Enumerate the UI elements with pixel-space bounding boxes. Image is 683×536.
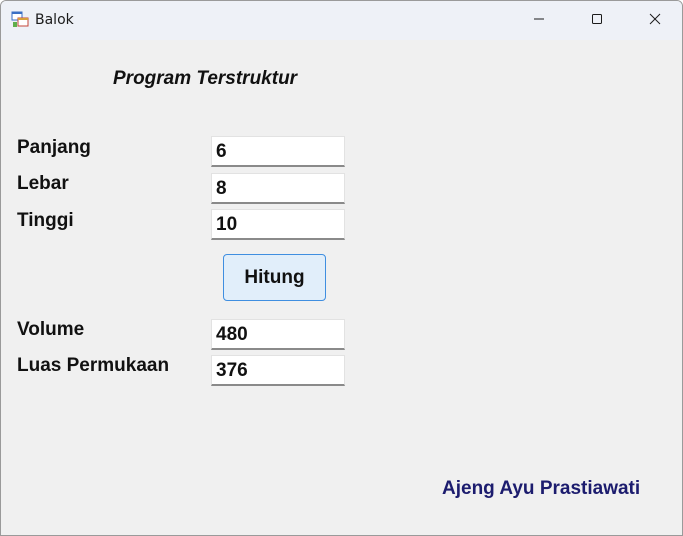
app-window: Balok Program Terstruktur Panjang Lebar … xyxy=(0,0,683,536)
close-icon xyxy=(649,12,661,30)
luas-permukaan-output[interactable] xyxy=(211,355,345,386)
hitung-button[interactable]: Hitung xyxy=(223,254,326,301)
close-button[interactable] xyxy=(626,1,682,40)
minimize-button[interactable] xyxy=(510,1,568,40)
lebar-input[interactable] xyxy=(211,173,345,204)
volume-label: Volume xyxy=(17,319,85,340)
author-label: Ajeng Ayu Prastiawati xyxy=(442,478,641,499)
panjang-label: Panjang xyxy=(17,137,91,158)
minimize-icon xyxy=(533,12,545,30)
volume-output[interactable] xyxy=(211,319,345,350)
tinggi-input[interactable] xyxy=(211,209,345,240)
lebar-label: Lebar xyxy=(17,173,69,194)
maximize-icon xyxy=(591,12,603,30)
winforms-app-icon xyxy=(11,11,29,29)
title-bar[interactable]: Balok xyxy=(1,1,682,40)
panjang-input[interactable] xyxy=(211,136,345,167)
window-title: Balok xyxy=(35,12,74,28)
luas-permukaan-label: Luas Permukaan xyxy=(17,355,170,376)
tinggi-label: Tinggi xyxy=(17,210,74,231)
maximize-button[interactable] xyxy=(568,1,626,40)
form-heading: Program Terstruktur xyxy=(113,68,298,89)
